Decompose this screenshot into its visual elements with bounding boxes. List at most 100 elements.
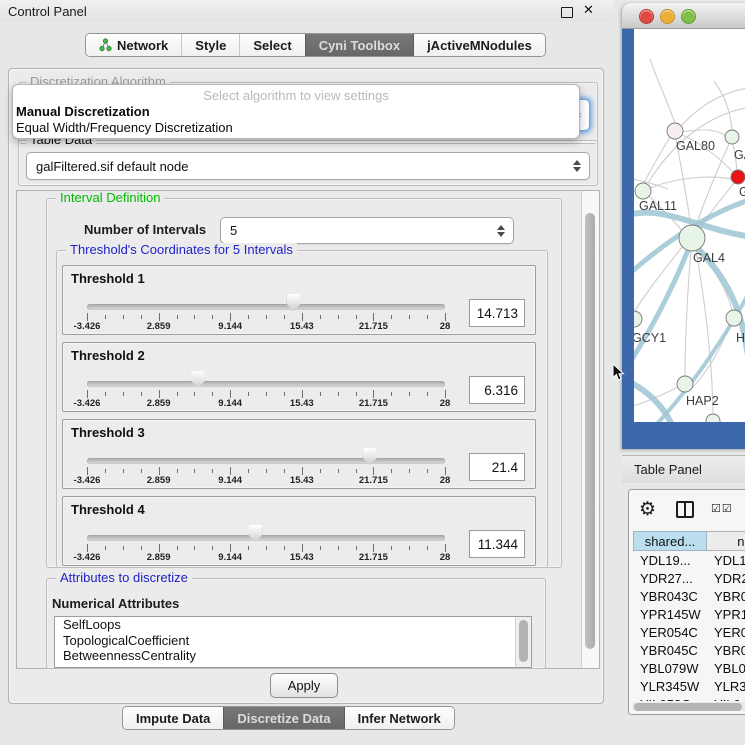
tab-jactivemnodules[interactable]: jActiveMNodules: [413, 34, 545, 56]
table-row[interactable]: YDL19...YDL1: [633, 551, 745, 569]
tab-discretize-data[interactable]: Discretize Data: [223, 707, 343, 729]
network-edge[interactable]: [696, 250, 713, 413]
tick-mark: [266, 315, 267, 319]
network-edge[interactable]: [685, 250, 691, 377]
threshold-coordinates-label: Threshold's Coordinates for 5 Intervals: [66, 243, 297, 256]
algorithm-option-manual[interactable]: Manual Discretization: [13, 104, 579, 120]
tick-mark: [105, 469, 106, 473]
network-node[interactable]: [679, 225, 705, 251]
horizontal-scrollbar-thumb[interactable]: [634, 703, 742, 711]
slider-track[interactable]: [87, 304, 445, 310]
network-node[interactable]: [635, 183, 651, 199]
tab-style[interactable]: Style: [181, 34, 239, 56]
tick-mark: [230, 313, 231, 321]
network-node[interactable]: [667, 123, 683, 139]
network-node[interactable]: [731, 170, 745, 184]
number-of-intervals-combobox[interactable]: 5: [220, 217, 514, 244]
interval-definition-label: Interval Definition: [56, 191, 164, 204]
network-icon: [99, 38, 112, 52]
close-traffic-light-icon[interactable]: [639, 9, 654, 24]
tick-mark: [302, 390, 303, 398]
table-cell: YBR0: [707, 587, 745, 605]
float-window-icon[interactable]: [561, 7, 573, 18]
zoom-traffic-light-icon[interactable]: [681, 9, 696, 24]
tick-label: 28: [422, 398, 468, 409]
tick-mark: [356, 469, 357, 473]
table-cell: YDL19...: [633, 551, 707, 569]
network-edge[interactable]: [650, 59, 675, 123]
network-edge[interactable]: [644, 137, 670, 183]
node-label: G: [739, 185, 745, 199]
split-columns-icon[interactable]: [676, 501, 694, 518]
algorithm-placeholder: Select algorithm to view settings: [13, 88, 579, 104]
threshold-panel: Threshold 1-3.4262.8599.14415.4321.71528…: [62, 265, 536, 335]
gear-icon[interactable]: ⚙: [639, 498, 656, 520]
table-row[interactable]: YER054CYER0: [633, 623, 745, 641]
tick-mark: [445, 390, 446, 398]
number-of-intervals-label: Number of Intervals: [84, 222, 206, 237]
table-row[interactable]: YBL079WYBL0: [633, 659, 745, 677]
table-panel-header: Table Panel: [622, 455, 745, 483]
list-scrollbar[interactable]: [515, 617, 531, 667]
table-data-combobox[interactable]: galFiltered.sif default node: [26, 152, 590, 180]
threshold-label: Threshold 2: [71, 348, 145, 363]
table-row[interactable]: YDR27...YDR2: [633, 569, 745, 587]
threshold-rows: Threshold 1-3.4262.8599.14415.4321.71528…: [62, 265, 534, 565]
column-header-name[interactable]: na: [707, 531, 745, 551]
close-icon[interactable]: ✕: [583, 3, 594, 18]
table-cell: YLR345W: [633, 677, 707, 695]
list-item[interactable]: BetweennessCentrality: [55, 648, 531, 664]
tick-mark: [338, 469, 339, 473]
table-row[interactable]: YBR043CYBR0: [633, 587, 745, 605]
numerical-attributes-list[interactable]: SelfLoopsTopologicalCoefficientBetweenne…: [54, 616, 532, 668]
tab-impute-data[interactable]: Impute Data: [123, 707, 223, 729]
table-row[interactable]: YIL053CYIL0: [633, 695, 745, 701]
slider-track[interactable]: [87, 535, 445, 541]
network-edge[interactable]: [714, 81, 732, 129]
network-node[interactable]: [725, 130, 739, 144]
control-panel-title: Control Panel: [8, 4, 87, 19]
network-node[interactable]: [706, 414, 720, 422]
tick-mark: [373, 544, 374, 552]
checkboxes-icon[interactable]: ☑☑: [711, 502, 733, 515]
app-root: Control Panel ✕ Network Style Select Cyn…: [0, 0, 745, 745]
algorithm-option-equal-width[interactable]: Equal Width/Frequency Discretization: [13, 120, 579, 136]
tick-mark: [141, 469, 142, 473]
horizontal-scrollbar[interactable]: [632, 702, 745, 711]
table-cell: YBR043C: [633, 587, 707, 605]
tick-mark: [338, 392, 339, 396]
minimize-traffic-light-icon[interactable]: [660, 9, 675, 24]
tab-infer-network[interactable]: Infer Network: [344, 707, 454, 729]
apply-button[interactable]: Apply: [270, 673, 338, 698]
table-row[interactable]: YBR045CYBR0: [633, 641, 745, 659]
table-row[interactable]: YPR145WYPR1: [633, 605, 745, 623]
network-node[interactable]: [726, 310, 742, 326]
threshold-value-field[interactable]: 6.316: [469, 376, 525, 404]
threshold-panel: Threshold 4-3.4262.8599.14415.4321.71528…: [62, 496, 536, 566]
tab-cyni-toolbox[interactable]: Cyni Toolbox: [305, 34, 413, 56]
network-node[interactable]: [677, 376, 693, 392]
tab-network[interactable]: Network: [86, 34, 181, 56]
tick-label: 21.715: [350, 398, 396, 409]
list-scrollbar-thumb[interactable]: [519, 620, 528, 662]
table-row[interactable]: YLR345WYLR3: [633, 677, 745, 695]
vertical-scrollbar[interactable]: [581, 191, 599, 668]
list-item[interactable]: TopologicalCoefficient: [55, 633, 531, 649]
threshold-value-field[interactable]: 14.713: [469, 299, 525, 327]
tick-mark: [266, 392, 267, 396]
tab-select[interactable]: Select: [239, 34, 304, 56]
network-node[interactable]: [634, 311, 642, 327]
network-edge[interactable]: [682, 130, 725, 135]
slider-track[interactable]: [87, 458, 445, 464]
list-item[interactable]: SelfLoops: [55, 617, 531, 633]
slider-track[interactable]: [87, 381, 445, 387]
threshold-value-field[interactable]: 11.344: [469, 530, 525, 558]
tick-mark: [302, 544, 303, 552]
tick-mark: [302, 467, 303, 475]
column-header-shared[interactable]: shared...: [633, 531, 707, 551]
vertical-scrollbar-thumb[interactable]: [585, 213, 595, 649]
control-panel-tab-bar: Network Style Select Cyni Toolbox jActiv…: [85, 33, 546, 57]
tick-mark: [105, 315, 106, 319]
threshold-value-field[interactable]: 21.4: [469, 453, 525, 481]
network-canvas[interactable]: GAL80GAGGAL11GAL4GCY1HAHAP2: [634, 29, 745, 422]
